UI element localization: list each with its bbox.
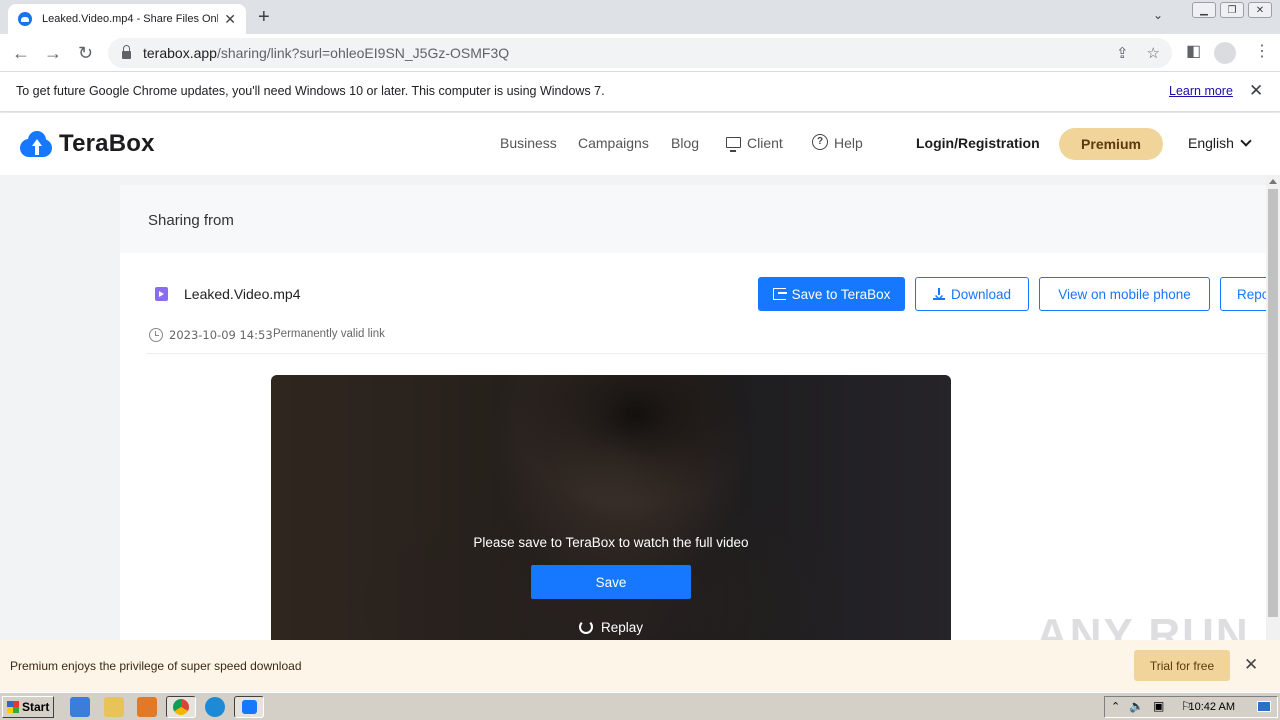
save-to-terabox-button[interactable]: Save to TeraBox xyxy=(758,277,905,311)
site-header: TeraBox Business Campaigns Blog Client ?… xyxy=(0,113,1280,175)
scrollbar-thumb[interactable] xyxy=(1268,189,1278,617)
address-bar[interactable]: terabox.app/sharing/link?surl=ohleoEI9SN… xyxy=(108,38,1172,68)
download-icon xyxy=(932,288,945,300)
video-overlay xyxy=(271,375,951,645)
browser-tab[interactable]: Leaked.Video.mp4 - Share Files Online ✕ xyxy=(8,4,246,34)
download-button[interactable]: Download xyxy=(915,277,1029,311)
nav-help[interactable]: ? Help xyxy=(812,134,863,152)
monitor-icon xyxy=(726,136,741,152)
chrome-taskbar-button[interactable] xyxy=(166,696,196,718)
language-selector[interactable]: English xyxy=(1188,135,1252,151)
file-name: Leaked.Video.mp4 xyxy=(184,286,301,302)
view-on-mobile-button[interactable]: View on mobile phone xyxy=(1039,277,1210,311)
network-icon[interactable]: ▣ xyxy=(1153,699,1164,713)
back-arrow-icon[interactable]: ← xyxy=(12,43,30,64)
file-explorer-icon[interactable] xyxy=(104,697,124,717)
trial-for-free-button[interactable]: Trial for free xyxy=(1134,650,1230,681)
report-button[interactable]: Report xyxy=(1220,277,1266,311)
promo-text: Premium enjoys the privilege of super sp… xyxy=(10,659,302,673)
show-desktop-icon[interactable] xyxy=(1257,701,1271,712)
window-controls: ▁ ❐ ✕ xyxy=(1192,2,1272,18)
premium-promo-bar: Premium enjoys the privilege of super sp… xyxy=(0,640,1280,691)
browser-toolbar: ← → ↻ terabox.app/sharing/link?surl=ohle… xyxy=(0,34,1280,72)
infobar-message: To get future Google Chrome updates, you… xyxy=(16,84,605,98)
video-file-icon xyxy=(155,287,168,301)
promo-close-icon[interactable]: ✕ xyxy=(1244,655,1258,675)
divider xyxy=(146,353,1266,354)
lock-icon[interactable] xyxy=(122,45,131,59)
logo-text: TeraBox xyxy=(59,130,155,157)
chevron-down-icon xyxy=(1240,135,1252,147)
sharing-from-label: Sharing from xyxy=(148,212,234,229)
tab-title: Leaked.Video.mp4 - Share Files Online xyxy=(42,13,218,25)
nav-client[interactable]: Client xyxy=(726,135,783,152)
forward-arrow-icon[interactable]: → xyxy=(44,43,62,64)
volume-icon[interactable]: 🔈 xyxy=(1129,699,1144,713)
page-scrollbar[interactable] xyxy=(1266,175,1280,640)
windows-taskbar: Start ⌃ 🔈 ▣ ⚐ 10:42 AM xyxy=(0,692,1280,720)
show-hidden-icons-icon[interactable]: ⌃ xyxy=(1111,700,1120,713)
edge-icon[interactable] xyxy=(205,697,225,717)
scroll-up-arrow-icon[interactable] xyxy=(1269,179,1277,184)
infobar-close-icon[interactable]: ✕ xyxy=(1249,81,1263,101)
learn-more-link[interactable]: Learn more xyxy=(1169,84,1233,98)
tab-close-icon[interactable]: ✕ xyxy=(224,11,236,28)
browser-tabstrip: Leaked.Video.mp4 - Share Files Online ✕ … xyxy=(0,0,1280,34)
share-date: 2023-10-09 14:53 xyxy=(169,328,273,342)
minimize-button[interactable]: ▁ xyxy=(1192,2,1216,18)
nav-campaigns[interactable]: Campaigns xyxy=(578,135,649,151)
chrome-icon xyxy=(173,699,189,715)
window-close-button[interactable]: ✕ xyxy=(1248,2,1272,18)
clock[interactable]: 10:42 AM xyxy=(1189,701,1235,713)
reload-icon[interactable]: ↻ xyxy=(78,43,93,64)
terabox-taskbar-button[interactable] xyxy=(234,696,264,718)
side-panel-icon[interactable]: ◧ xyxy=(1186,41,1201,61)
new-tab-button[interactable]: + xyxy=(258,6,270,29)
url-text: terabox.app/sharing/link?surl=ohleoEI9SN… xyxy=(143,45,510,61)
help-icon: ? xyxy=(812,134,828,151)
premium-button[interactable]: Premium xyxy=(1059,128,1163,160)
login-registration-link[interactable]: Login/Registration xyxy=(916,135,1040,151)
nav-business[interactable]: Business xyxy=(500,135,557,151)
internet-explorer-icon[interactable] xyxy=(70,697,90,717)
link-validity: Permanently valid link xyxy=(273,328,385,340)
video-save-button[interactable]: Save xyxy=(531,565,691,599)
terabox-logo[interactable]: TeraBox xyxy=(20,130,155,158)
terabox-app-icon xyxy=(242,700,257,714)
system-tray: ⌃ 🔈 ▣ ⚐ 10:42 AM xyxy=(1104,696,1278,718)
tab-search-icon[interactable]: ⌄ xyxy=(1153,8,1163,22)
update-infobar: To get future Google Chrome updates, you… xyxy=(0,72,1280,112)
nav-blog[interactable]: Blog xyxy=(671,135,699,151)
terabox-favicon-icon xyxy=(18,12,32,26)
cloud-upload-icon xyxy=(20,131,52,157)
windows-logo-icon xyxy=(7,701,19,713)
bookmark-star-icon[interactable]: ☆ xyxy=(1147,44,1160,62)
share-card: Sharing from Leaked.Video.mp4 2023-10-09… xyxy=(120,185,1266,645)
video-player[interactable]: Please save to TeraBox to watch the full… xyxy=(271,375,951,645)
restore-button[interactable]: ❐ xyxy=(1220,2,1244,18)
clock-icon xyxy=(149,328,163,342)
save-icon xyxy=(772,288,787,300)
sharing-header: Sharing from xyxy=(120,185,1266,253)
profile-avatar[interactable] xyxy=(1214,42,1236,64)
media-player-icon[interactable] xyxy=(137,697,157,717)
menu-kebab-icon[interactable]: ⋮ xyxy=(1254,41,1270,61)
replay-icon xyxy=(578,620,593,634)
share-icon[interactable]: ⇪ xyxy=(1116,44,1129,62)
start-button[interactable]: Start xyxy=(2,696,54,718)
replay-button[interactable]: Replay xyxy=(271,620,951,635)
video-overlay-message: Please save to TeraBox to watch the full… xyxy=(473,535,749,550)
